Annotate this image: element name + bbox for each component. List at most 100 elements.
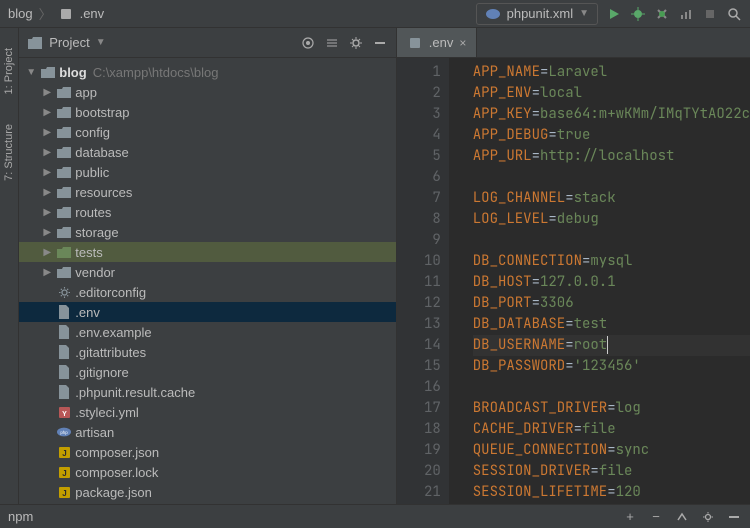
expand-icon[interactable] xyxy=(674,509,690,525)
item-icon xyxy=(41,65,55,79)
tree-item--env[interactable]: .env xyxy=(19,302,396,322)
coverage-icon[interactable] xyxy=(654,6,670,22)
debug-icon[interactable] xyxy=(630,6,646,22)
tree-item-resources[interactable]: ▶resources xyxy=(19,182,396,202)
tree-item-config[interactable]: ▶config xyxy=(19,122,396,142)
code-line-9[interactable] xyxy=(473,230,750,251)
code-line-19[interactable]: QUEUE_CONNECTION=sync xyxy=(473,440,750,461)
tree-item-public[interactable]: ▶public xyxy=(19,162,396,182)
tree-path: C:\xampp\htdocs\blog xyxy=(93,65,219,80)
code-line-18[interactable]: CACHE_DRIVER=file xyxy=(473,419,750,440)
run-icon[interactable] xyxy=(606,6,622,22)
expand-arrow-icon[interactable]: ▶ xyxy=(41,247,53,258)
item-icon xyxy=(57,265,71,279)
tree-item-vendor[interactable]: ▶vendor xyxy=(19,262,396,282)
code-line-12[interactable]: DB_PORT=3306 xyxy=(473,293,750,314)
file-icon xyxy=(407,35,423,51)
tree-item--styleci-yml[interactable]: Y.styleci.yml xyxy=(19,402,396,422)
item-icon xyxy=(57,305,71,319)
project-tree[interactable]: ▼blogC:\xampp\htdocs\blog▶app▶bootstrap▶… xyxy=(19,58,396,504)
code-line-6[interactable] xyxy=(473,167,750,188)
code-area[interactable]: APP_NAME=LaravelAPP_ENV=localAPP_KEY=bas… xyxy=(449,58,750,504)
profile-icon[interactable] xyxy=(678,6,694,22)
side-tool-tabs: 1: Project 7: Structure xyxy=(0,28,19,504)
npm-tool[interactable]: npm xyxy=(8,509,33,524)
code-line-13[interactable]: DB_DATABASE=test xyxy=(473,314,750,335)
hide-icon[interactable] xyxy=(372,35,388,51)
expand-arrow-icon[interactable]: ▶ xyxy=(41,167,53,178)
tree-item-composer-json[interactable]: Jcomposer.json xyxy=(19,442,396,462)
expand-arrow-icon[interactable]: ▶ xyxy=(41,187,53,198)
remove-icon[interactable]: − xyxy=(648,509,664,525)
code-line-21[interactable]: SESSION_LIFETIME=120 xyxy=(473,482,750,503)
expand-arrow-icon[interactable]: ▶ xyxy=(41,227,53,238)
tree-item-package-json[interactable]: Jpackage.json xyxy=(19,482,396,502)
tab-structure[interactable]: 7: Structure xyxy=(3,124,15,181)
code-line-2[interactable]: APP_ENV=local xyxy=(473,83,750,104)
tree-item--gitignore[interactable]: .gitignore xyxy=(19,362,396,382)
panel-title[interactable]: Project xyxy=(49,35,89,50)
tab-project[interactable]: 1: Project xyxy=(3,48,15,94)
collapse-icon[interactable] xyxy=(324,35,340,51)
code-line-17[interactable]: BROADCAST_DRIVER=log xyxy=(473,398,750,419)
code-line-8[interactable]: LOG_LEVEL=debug xyxy=(473,209,750,230)
breadcrumb-file[interactable]: .env xyxy=(80,6,105,21)
tree-item-artisan[interactable]: phpartisan xyxy=(19,422,396,442)
tree-item--phpunit-result-cache[interactable]: .phpunit.result.cache xyxy=(19,382,396,402)
code-line-5[interactable]: APP_URL=http://localhost xyxy=(473,146,750,167)
tree-item-database[interactable]: ▶ database xyxy=(19,142,396,162)
item-icon xyxy=(57,325,71,339)
code-line-20[interactable]: SESSION_DRIVER=file xyxy=(473,461,750,482)
tree-item--editorconfig[interactable]: .editorconfig xyxy=(19,282,396,302)
tree-label: .gitattributes xyxy=(75,345,146,360)
expand-arrow-icon[interactable]: ▼ xyxy=(25,67,37,78)
breadcrumb-root[interactable]: blog xyxy=(8,6,33,21)
code-line-4[interactable]: APP_DEBUG=true xyxy=(473,125,750,146)
item-icon xyxy=(57,385,71,399)
code-line-14[interactable]: DB_USERNAME=root xyxy=(473,335,750,356)
code-line-15[interactable]: DB_PASSWORD='123456' xyxy=(473,356,750,377)
code-line-16[interactable] xyxy=(473,377,750,398)
run-config-selector[interactable]: phpunit.xml ▼ xyxy=(476,3,598,25)
expand-arrow-icon[interactable]: ▶ xyxy=(41,87,53,98)
tree-label: .env xyxy=(75,305,100,320)
tree-item-tests[interactable]: ▶tests xyxy=(19,242,396,262)
gear-icon[interactable] xyxy=(348,35,364,51)
tree-item-composer-lock[interactable]: Jcomposer.lock xyxy=(19,462,396,482)
expand-arrow-icon[interactable]: ▶ xyxy=(41,127,53,138)
tree-item--b-style-color-ddd-blog-b-[interactable]: ▼blogC:\xampp\htdocs\blog xyxy=(19,62,396,82)
tree-item-routes[interactable]: ▶routes xyxy=(19,202,396,222)
hide-icon[interactable] xyxy=(726,509,742,525)
tab-env[interactable]: .env × xyxy=(397,28,478,57)
tree-item-bootstrap[interactable]: ▶bootstrap xyxy=(19,102,396,122)
stop-icon[interactable] xyxy=(702,6,718,22)
expand-arrow-icon[interactable]: ▶ xyxy=(41,147,53,158)
tree-item-app[interactable]: ▶app xyxy=(19,82,396,102)
code-line-3[interactable]: APP_KEY=base64:m+wKMm/IMqTYtAO22c xyxy=(473,104,750,125)
code-line-11[interactable]: DB_HOST=127.0.0.1 xyxy=(473,272,750,293)
item-icon: php xyxy=(57,425,71,439)
line-gutter: 123456789101112131415161718192021 xyxy=(397,58,449,504)
chevron-down-icon[interactable]: ▼ xyxy=(96,37,106,48)
tree-item--env-example[interactable]: .env.example xyxy=(19,322,396,342)
tab-label: .env xyxy=(429,35,454,50)
expand-arrow-icon[interactable]: ▶ xyxy=(41,267,53,278)
search-icon[interactable] xyxy=(726,6,742,22)
add-icon[interactable]: + xyxy=(622,509,638,525)
code-line-1[interactable]: APP_NAME=Laravel xyxy=(473,62,750,83)
item-icon xyxy=(57,245,71,259)
tree-label: .editorconfig xyxy=(75,285,146,300)
tree-label: database xyxy=(75,145,129,160)
svg-text:php: php xyxy=(61,430,69,435)
editor[interactable]: 123456789101112131415161718192021 APP_NA… xyxy=(397,58,750,504)
expand-arrow-icon[interactable]: ▶ xyxy=(41,107,53,118)
expand-arrow-icon[interactable]: ▶ xyxy=(41,207,53,218)
tree-item-storage[interactable]: ▶storage xyxy=(19,222,396,242)
target-icon[interactable] xyxy=(300,35,316,51)
close-icon[interactable]: × xyxy=(459,36,466,50)
breadcrumb[interactable]: blog 〉 .env xyxy=(8,4,104,23)
tree-item--gitattributes[interactable]: .gitattributes xyxy=(19,342,396,362)
code-line-7[interactable]: LOG_CHANNEL=stack xyxy=(473,188,750,209)
code-line-10[interactable]: DB_CONNECTION=mysql xyxy=(473,251,750,272)
gear-icon[interactable] xyxy=(700,509,716,525)
